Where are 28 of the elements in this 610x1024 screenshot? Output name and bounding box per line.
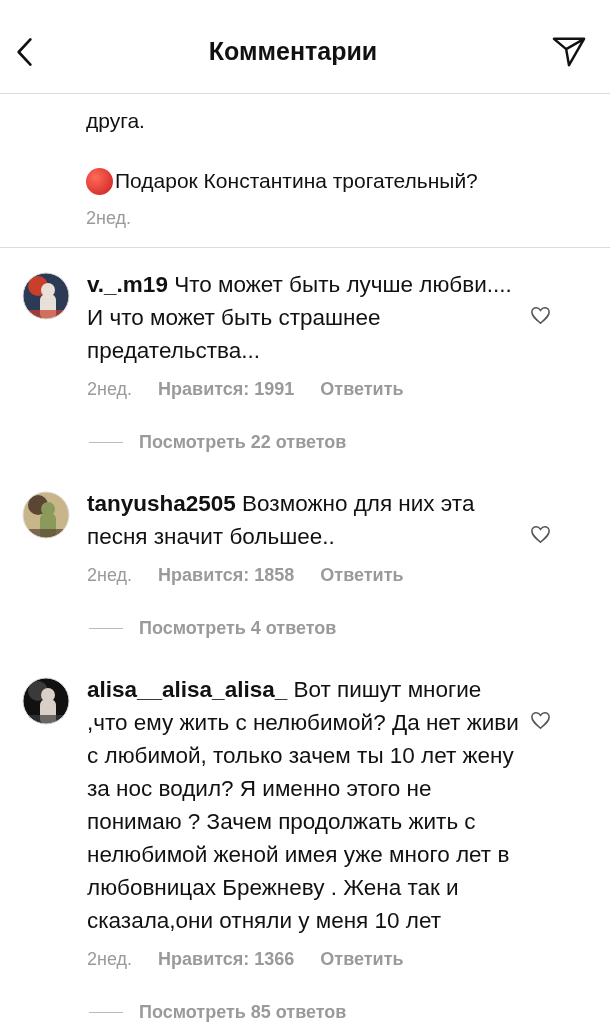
reply-button[interactable]: Ответить xyxy=(320,379,404,400)
heart-icon[interactable] xyxy=(530,525,551,544)
username-link[interactable]: v._.m19 xyxy=(87,272,168,297)
view-replies-link[interactable]: Посмотреть 22 ответов xyxy=(139,432,347,453)
comment-time: 2нед. xyxy=(87,565,133,586)
view-replies-link[interactable]: Посмотреть 4 ответов xyxy=(139,618,337,639)
comment-text: alisa__alisa_alisa_ Вот пишут многие ,что ему жить с нелюбимой? Да нет живи с любимой, только зачем ты 10 лет жену за нос водил? Я именно этого не понимаю ? Зачем продолжать жить с нелюбимой женой имея уже много лет в любовницах Брежневу . Жена так и сказала,они отняли у меня 10 лет xyxy=(87,676,520,935)
likes-count[interactable]: Нравится: 1366 xyxy=(158,949,295,970)
reply-button[interactable]: Ответить xyxy=(320,565,404,586)
comment-text: Подарок Константина трогательный? xyxy=(115,168,478,194)
view-replies-link[interactable]: Посмотреть 85 ответов xyxy=(139,1002,347,1023)
comment-time: 2нед. xyxy=(86,208,132,229)
comment-text: друга. xyxy=(86,108,146,134)
username-link[interactable]: alisa__alisa_alisa_ xyxy=(87,677,288,702)
comment-time: 2нед. xyxy=(87,379,133,400)
comment-text: v._.m19 Что может быть лучше любви.... И что может быть страшнее предательства... xyxy=(87,271,513,365)
heart-icon[interactable] xyxy=(530,306,551,325)
comment-time: 2нед. xyxy=(87,949,133,970)
dot-icon xyxy=(86,167,113,195)
screen-title: Комментарии xyxy=(208,37,378,66)
comment-text: tanyusha2505 Возможно для них эта песня значит большее.. xyxy=(87,490,476,551)
heart-icon[interactable] xyxy=(530,711,551,730)
likes-count[interactable]: Нравится: 1858 xyxy=(158,565,295,586)
reply-button[interactable]: Ответить xyxy=(320,949,404,970)
username-link[interactable]: tanyusha2505 xyxy=(87,491,236,516)
send-icon[interactable] xyxy=(552,35,586,68)
back-icon[interactable] xyxy=(16,36,34,67)
likes-count[interactable]: Нравится: 1991 xyxy=(158,379,295,400)
